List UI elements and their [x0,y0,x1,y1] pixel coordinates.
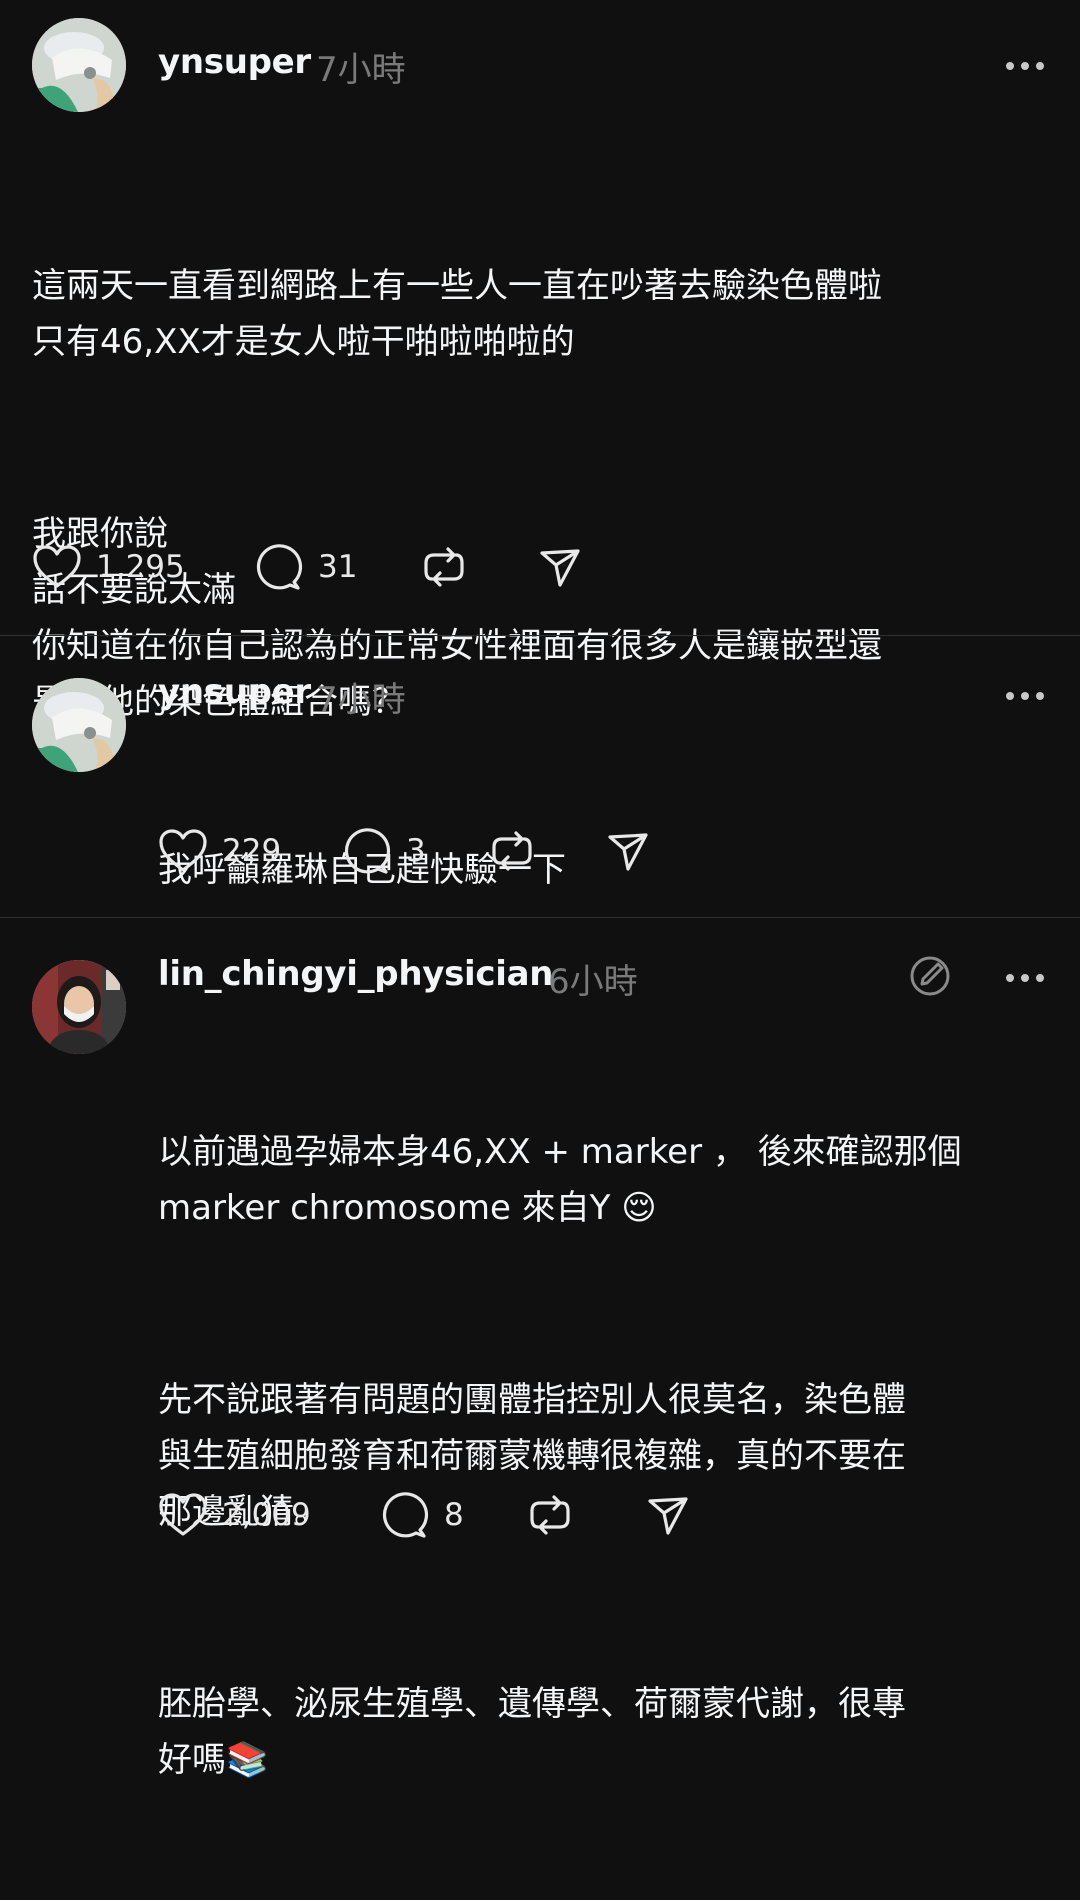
repost-icon [424,547,464,587]
avatar[interactable] [32,960,126,1054]
reply-count: 3 [406,833,426,869]
comment-icon [344,828,391,874]
send-icon [608,833,648,871]
comment-icon [256,544,303,590]
username[interactable]: ynsuper [158,672,311,712]
timestamp: 7小時 [316,50,406,90]
send-icon [648,1497,688,1535]
reply-button[interactable]: 3 [342,826,426,876]
share-button[interactable] [646,1490,690,1540]
post-paragraph: 以前遇過孕婦本身46,XX + marker ， 後來確認那個 marker c… [158,1132,962,1228]
username[interactable]: ynsuper [158,42,311,82]
reply-count: 8 [444,1497,464,1533]
comment-icon [382,1492,429,1538]
reply-button[interactable]: 8 [380,1490,464,1540]
repost-icon [530,1495,570,1535]
post-body: 以前遇過孕婦本身46,XX + marker ， 後來確認那個 marker c… [158,1012,1058,1900]
repost-button[interactable] [420,542,468,592]
post-paragraph: 這兩天一直看到網路上有一些人一直在吵著去驗染色體啦 只有46,XX才是女人啦干啪… [32,266,882,362]
avatar[interactable] [32,18,126,112]
timestamp: 7小時 [316,680,406,720]
repost-button[interactable] [488,826,536,876]
reply-button[interactable]: 31 [254,542,357,592]
avatar-image [32,960,126,1054]
post-3: lin_chingyi_physician 6小時 以前遇過孕婦本身46,XX … [0,918,1080,1780]
like-count: 2,009 [222,1497,311,1533]
post-1: ynsuper 7小時 這兩天一直看到網路上有一些人一直在吵著去驗染色體啦 只有… [0,0,1080,722]
heart-icon [33,545,81,588]
like-count: 229 [222,833,282,869]
share-button[interactable] [606,826,650,876]
like-button[interactable]: 229 [158,826,281,876]
reply-count: 31 [318,549,358,585]
heart-icon [159,829,207,872]
post-2: ynsuper 7小時 我呼籲羅琳自己趕快驗一下 229 3 [0,636,1080,917]
repost-icon [492,831,532,871]
like-button[interactable]: 1,295 [32,542,185,592]
share-button[interactable] [538,542,582,592]
like-button[interactable]: 2,009 [158,1490,311,1540]
edit-icon[interactable] [908,954,952,998]
username[interactable]: lin_chingyi_physician [158,954,553,994]
more-icon[interactable] [1006,972,1046,984]
avatar[interactable] [32,678,126,772]
like-count: 1,295 [96,549,185,585]
action-bar: 2,009 8 [158,1490,718,1540]
more-icon[interactable] [1006,690,1046,702]
avatar-image [32,18,126,112]
more-icon[interactable] [1006,60,1046,72]
post-paragraph: 胚胎學、泌尿生殖學、遺傳學、荷爾蒙代謝，很專 好嗎📚 [158,1684,906,1780]
timestamp: 6小時 [548,962,638,1002]
repost-button[interactable] [526,1490,574,1540]
send-icon [540,549,580,587]
heart-icon [159,1493,207,1536]
action-bar: 229 3 [158,826,678,876]
action-bar: 1,295 31 [32,542,652,592]
avatar-image [32,678,126,772]
